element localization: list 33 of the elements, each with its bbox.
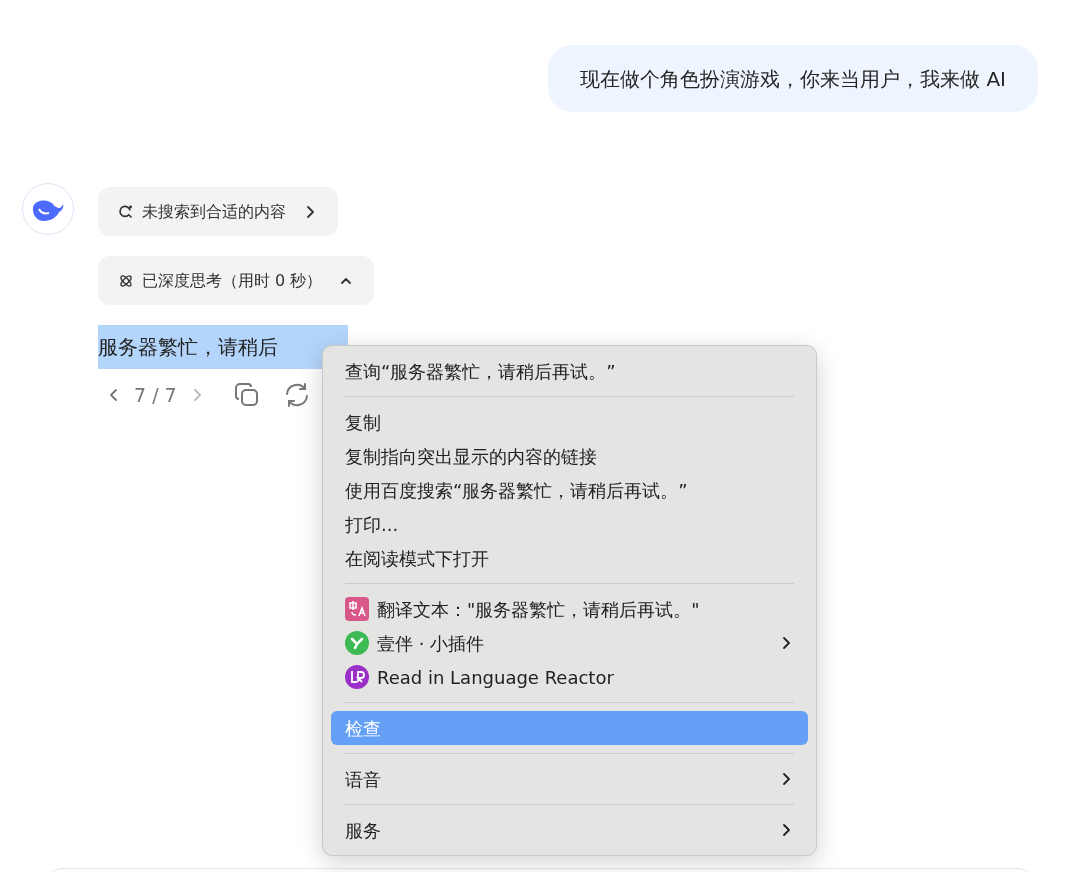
menu-label: 壹伴 · 小插件 [377, 631, 486, 656]
menu-item[interactable]: 打印... [331, 507, 808, 541]
menu-label: Read in Language Reactor [377, 665, 615, 690]
menu-item[interactable]: 服务 [331, 813, 808, 847]
menu-item[interactable]: 在阅读模式下打开 [331, 541, 808, 575]
menu-label: 检查 [345, 716, 382, 741]
menu-label: 语音 [345, 767, 382, 792]
menu-item[interactable]: 复制 [331, 405, 808, 439]
status-chip[interactable]: 已深度思考（用时 0 秒） [98, 256, 375, 305]
atom-icon [118, 272, 134, 289]
menu-label: 复制 [345, 410, 382, 435]
menu-item[interactable]: Read in Language Reactor [331, 660, 808, 694]
v-logo-icon [345, 631, 369, 655]
chip-label: 未搜索到合适的内容 [142, 200, 286, 223]
menu-label: 使用百度搜索“服务器繁忙，请稍后再试。” [345, 478, 689, 503]
menu-label: 打印... [345, 512, 400, 537]
menu-item[interactable]: 壹伴 · 小插件 [331, 626, 808, 660]
menu-label: 查询“服务器繁忙，请稍后再试。” [345, 359, 617, 384]
menu-item[interactable]: 复制指向突出显示的内容的链接 [331, 439, 808, 473]
status-chip[interactable]: 未搜索到合适的内容 [98, 187, 338, 236]
lr-logo-icon [345, 665, 369, 689]
translate-icon [345, 597, 369, 621]
chip-label: 已深度思考（用时 0 秒） [142, 269, 323, 292]
search-icon [118, 203, 134, 220]
menu-item[interactable]: 翻译文本："服务器繁忙，请稍后再试。" [331, 592, 808, 626]
menu-item[interactable]: 使用百度搜索“服务器繁忙，请稍后再试。” [331, 473, 808, 507]
menu-label: 在阅读模式下打开 [345, 546, 490, 571]
menu-item[interactable]: 语音 [331, 762, 808, 796]
user-message: 现在做个角色扮演游戏，你来当用户，我来做 AI [548, 45, 1038, 112]
menu-label: 翻译文本："服务器繁忙，请稍后再试。" [377, 597, 701, 622]
page-counter: 7 / 7 [134, 383, 177, 408]
menu-label: 服务 [345, 818, 382, 843]
menu-label: 复制指向突出显示的内容的链接 [345, 444, 598, 469]
